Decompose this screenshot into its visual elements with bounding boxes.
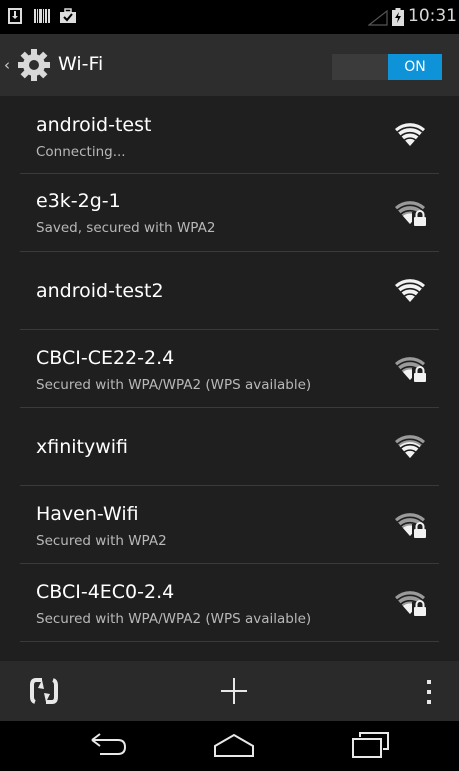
network-name: android-test2: [36, 280, 164, 302]
wifi-signal-icon: [393, 278, 427, 304]
download-notification-icon: [8, 8, 22, 24]
network-list: android-test Connecting... e3k-2g-1 Save…: [0, 96, 459, 661]
network-status: Connecting...: [36, 144, 126, 160]
network-status: Secured with WPA/WPA2 (WPS available): [36, 377, 312, 393]
network-item-android-test2[interactable]: android-test2: [0, 252, 459, 330]
status-time: 10:31: [408, 6, 457, 26]
network-item-xfinitywifi[interactable]: xfinitywifi: [0, 408, 459, 486]
settings-gear-icon[interactable]: [17, 48, 51, 82]
network-item-haven-wifi[interactable]: Haven-Wifi Secured with WPA2: [0, 486, 459, 564]
action-bar: ‹ Wi-Fi ON: [0, 34, 459, 96]
home-icon[interactable]: [212, 732, 256, 762]
network-name: CBCI-CE22-2.4: [36, 347, 175, 369]
network-name: e3k-2g-1: [36, 190, 121, 212]
up-caret-icon[interactable]: ‹: [4, 56, 10, 74]
recent-apps-icon[interactable]: [350, 731, 390, 763]
scan-icon[interactable]: [29, 677, 59, 705]
network-status: Secured with WPA/WPA2 (WPS available): [36, 611, 312, 627]
back-icon[interactable]: [88, 733, 128, 763]
network-name: Haven-Wifi: [36, 503, 139, 525]
overflow-menu-icon[interactable]: [424, 678, 434, 706]
wifi-lock-icon: [393, 200, 427, 226]
page-title: Wi-Fi: [58, 53, 104, 75]
network-item-android-test[interactable]: android-test Connecting...: [0, 96, 459, 174]
wifi-signal-icon: [393, 434, 427, 460]
wifi-lock-icon: [393, 356, 427, 382]
wifi-signal-icon: [393, 122, 427, 148]
network-name: CBCI-4EC0-2.4: [36, 581, 175, 603]
battery-icon: [392, 8, 404, 30]
network-item-e3k-2g-1[interactable]: e3k-2g-1 Saved, secured with WPA2: [0, 174, 459, 252]
bottom-action-bar: [0, 661, 459, 721]
signal-icon: [367, 9, 388, 30]
network-name: android-test: [36, 114, 152, 136]
navigation-bar: [0, 721, 459, 771]
wifi-lock-icon: [393, 512, 427, 538]
wifi-lock-icon: [393, 590, 427, 616]
status-bar: 10:31: [0, 0, 459, 34]
barcode-notification-icon: [34, 8, 50, 24]
wifi-settings-screen: 10:31 ‹ Wi-Fi ON android-test Connecting…: [0, 0, 459, 771]
wifi-toggle-switch[interactable]: ON: [332, 54, 442, 80]
network-name: xfinitywifi: [36, 436, 129, 458]
network-item-cbci-4ec0[interactable]: CBCI-4EC0-2.4 Secured with WPA/WPA2 (WPS…: [0, 564, 459, 642]
briefcase-notification-icon: [60, 8, 76, 24]
toggle-on-label: ON: [388, 54, 442, 80]
network-status: Secured with WPA2: [36, 533, 167, 549]
network-status: Saved, secured with WPA2: [36, 220, 216, 236]
network-item-cbci-ce22[interactable]: CBCI-CE22-2.4 Secured with WPA/WPA2 (WPS…: [0, 330, 459, 408]
add-network-icon[interactable]: [219, 676, 249, 706]
